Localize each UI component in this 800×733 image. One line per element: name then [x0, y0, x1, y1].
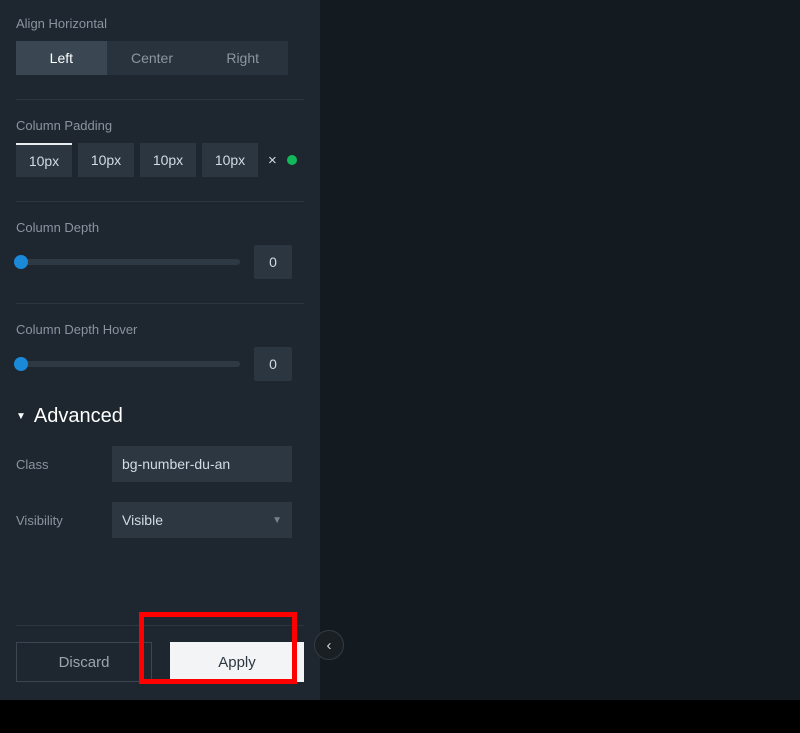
canvas-area [320, 0, 800, 700]
column-depth-hover-slider-thumb[interactable] [14, 357, 28, 371]
chevron-down-icon: ▼ [272, 515, 282, 526]
apply-button[interactable]: Apply [170, 642, 304, 682]
class-input[interactable] [112, 446, 292, 482]
align-horizontal-segmented: Left Center Right [16, 41, 288, 75]
bottom-bar [0, 700, 800, 733]
panel-footer: Discard Apply [16, 625, 304, 682]
column-depth-hover-value-input[interactable] [254, 347, 292, 381]
padding-bottom-input[interactable] [140, 143, 196, 177]
column-depth-group: Column Depth [16, 220, 304, 279]
column-depth-hover-group: Column Depth Hover [16, 322, 304, 381]
advanced-section-header[interactable]: ▼ Advanced [16, 405, 304, 428]
class-field-row: Class [16, 446, 304, 482]
column-depth-hover-slider[interactable] [16, 361, 240, 367]
visibility-field-row: Visibility Visible ▼ [16, 502, 304, 538]
close-icon[interactable]: × [268, 152, 277, 169]
column-depth-slider[interactable] [16, 259, 240, 265]
column-depth-hover-slider-row [16, 347, 304, 381]
panel-collapse-button[interactable]: ‹ [314, 630, 344, 660]
advanced-section-title: Advanced [34, 405, 123, 428]
column-depth-value-input[interactable] [254, 245, 292, 279]
align-center-option[interactable]: Center [107, 41, 198, 75]
divider [16, 99, 304, 100]
column-depth-slider-row [16, 245, 304, 279]
discard-button[interactable]: Discard [16, 642, 152, 682]
visibility-select[interactable]: Visible ▼ [112, 502, 292, 538]
align-horizontal-group: Align Horizontal Left Center Right [16, 16, 304, 75]
divider [16, 303, 304, 304]
visibility-label: Visibility [16, 513, 112, 528]
column-padding-label: Column Padding [16, 118, 304, 133]
align-left-option[interactable]: Left [16, 41, 107, 75]
properties-panel: Align Horizontal Left Center Right Colum… [0, 0, 320, 700]
column-depth-label: Column Depth [16, 220, 304, 235]
chevron-down-icon: ▼ [16, 411, 26, 422]
class-label: Class [16, 457, 112, 472]
align-horizontal-label: Align Horizontal [16, 16, 304, 31]
padding-row: × [16, 143, 304, 177]
padding-right-input[interactable] [78, 143, 134, 177]
align-right-option[interactable]: Right [197, 41, 288, 75]
column-depth-hover-label: Column Depth Hover [16, 322, 304, 337]
divider [16, 201, 304, 202]
column-padding-group: Column Padding × [16, 118, 304, 177]
chevron-left-icon: ‹ [327, 637, 332, 654]
padding-left-input[interactable] [202, 143, 258, 177]
visibility-value: Visible [122, 512, 163, 528]
padding-top-input[interactable] [16, 143, 72, 177]
link-indicator-icon[interactable] [287, 155, 297, 165]
column-depth-slider-thumb[interactable] [14, 255, 28, 269]
